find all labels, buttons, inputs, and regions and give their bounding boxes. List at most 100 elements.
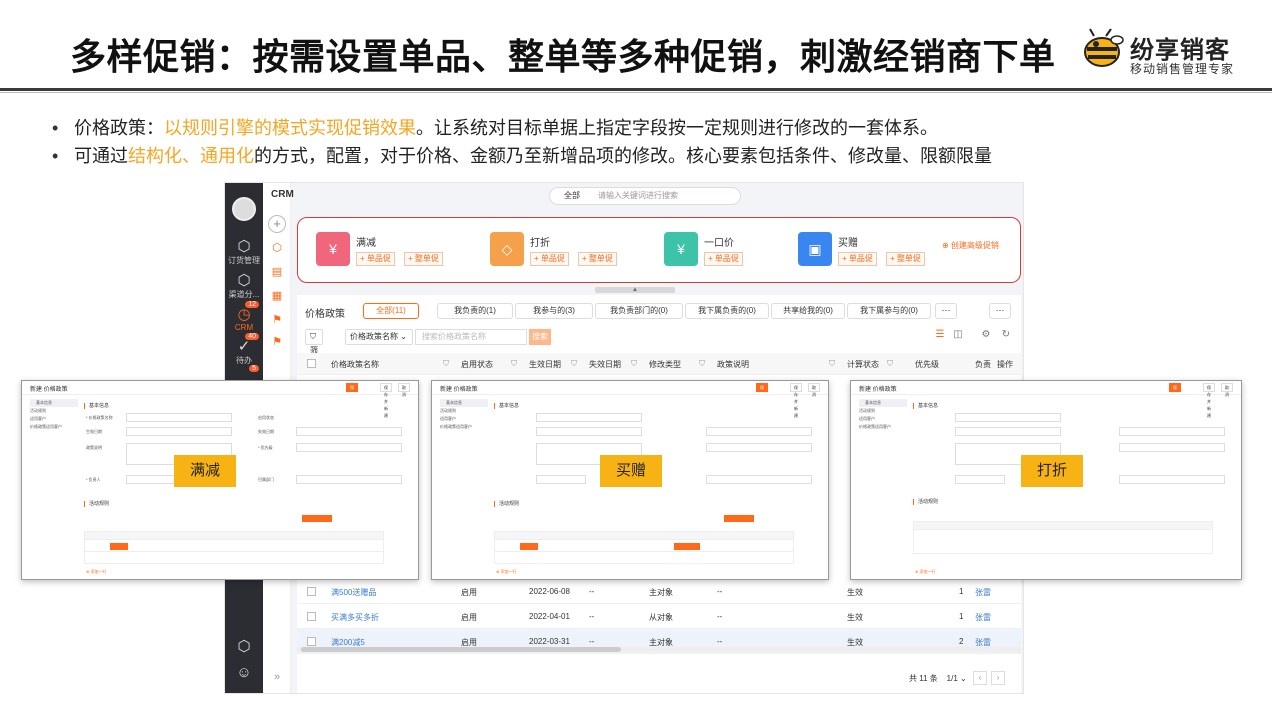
tab-participate[interactable]: 我参与的(3) (515, 303, 593, 319)
save-button[interactable]: 保存 (756, 383, 768, 397)
table-row[interactable]: 满500送赠品 启用 2022-06-08 -- 主对象 -- 生效 1 张雷 (297, 579, 1021, 604)
column-header[interactable]: 优先级 (915, 359, 939, 370)
nav-item[interactable]: 适用客户 (440, 415, 488, 423)
tab-subordinate[interactable]: 我下属负责的(0) (685, 303, 769, 319)
more-tabs-button[interactable]: ··· (935, 303, 957, 319)
flag-icon[interactable]: ⚑ (270, 335, 284, 349)
module-icon[interactable]: ⬡ (270, 241, 284, 255)
save-button[interactable]: 保存 (346, 383, 358, 397)
tab-all[interactable]: 全部(11) (363, 303, 419, 319)
owner-input[interactable] (955, 475, 1005, 484)
cancel-button[interactable]: 取消 (398, 383, 410, 397)
add-order-promo-button[interactable]: + 整单促 (886, 252, 925, 266)
policy-name-link[interactable]: 买满多买多折 (331, 612, 379, 623)
end-date-input[interactable] (1119, 427, 1225, 436)
prev-page-button[interactable]: ‹ (973, 671, 987, 685)
add-gift-button[interactable] (674, 543, 700, 550)
end-date-input[interactable] (296, 427, 402, 436)
tab-mine[interactable]: 我负责的(1) (437, 303, 513, 319)
table-row[interactable]: 买满多买多折 启用 2022-04-01 -- 从对象 -- 生效 1 张雷 (297, 604, 1021, 629)
module-icon[interactable]: ▦ (270, 289, 284, 303)
sidebar-item-orders[interactable]: ⬡ 订货管理 (225, 239, 263, 266)
search-button[interactable]: 搜索 (529, 329, 551, 345)
add-product-button[interactable] (724, 515, 754, 522)
nav-item[interactable]: 基本信息 (440, 399, 488, 407)
policy-name-input[interactable] (955, 413, 1061, 422)
add-item-promo-button[interactable]: + 单品促 (704, 252, 743, 266)
nav-item[interactable]: 适用客户 (30, 415, 78, 423)
add-item-promo-button[interactable]: + 单品促 (356, 252, 395, 266)
start-date-input[interactable] (955, 427, 1061, 436)
filter-icon[interactable]: ⛉ (829, 359, 835, 369)
rule-grid-row[interactable] (494, 540, 794, 552)
row-checkbox[interactable] (307, 637, 316, 646)
add-rule-link[interactable]: ⊕ 添加一行 (496, 569, 516, 575)
department-input[interactable] (296, 475, 402, 484)
nav-item[interactable]: 适用客户 (859, 415, 907, 423)
sidebar-item-contacts[interactable]: ☺ (225, 665, 263, 681)
settings-icon[interactable]: ⚙ (979, 329, 993, 343)
row-checkbox[interactable] (307, 587, 316, 596)
column-header[interactable]: 启用状态 (461, 359, 493, 370)
save-and-new-button[interactable]: 保存并新建 (1203, 383, 1215, 418)
add-condition-button[interactable] (110, 543, 128, 550)
nav-item[interactable]: 活动规则 (859, 407, 907, 415)
department-input[interactable] (706, 475, 812, 484)
nav-item[interactable]: 基本信息 (30, 399, 78, 407)
next-page-button[interactable]: › (991, 671, 1005, 685)
owner-input[interactable] (126, 475, 176, 484)
horizontal-scrollbar[interactable] (297, 647, 1021, 652)
add-order-promo-button[interactable]: + 整单促 (578, 252, 617, 266)
module-icon[interactable]: ▤ (270, 265, 284, 279)
add-rule-link[interactable]: ⊕ 添加一行 (915, 569, 935, 575)
refresh-icon[interactable]: ↻ (999, 329, 1013, 343)
list-view-icon[interactable]: ☰ (933, 329, 947, 343)
column-header[interactable]: 生效日期 (529, 359, 561, 370)
nav-item[interactable]: 活动规则 (440, 407, 488, 415)
sidebar-item-crm[interactable]: 12 ◷ CRM (225, 301, 263, 332)
rule-grid-row[interactable] (84, 552, 384, 564)
priority-input[interactable] (1119, 443, 1225, 452)
save-and-new-button[interactable]: 保存并新建 (790, 383, 802, 418)
column-header[interactable]: 失效日期 (589, 359, 621, 370)
add-item-promo-button[interactable]: + 单品促 (530, 252, 569, 266)
rule-grid-row[interactable] (84, 540, 384, 552)
global-search[interactable]: 全部 请输入关键词进行搜索 (549, 187, 741, 205)
add-condition-button[interactable] (520, 543, 538, 550)
search-scope[interactable]: 全部 (564, 191, 580, 200)
nav-item[interactable]: 价格政策适用客户 (440, 423, 488, 431)
filter-icon[interactable]: ⛉ (699, 359, 705, 369)
user-avatar[interactable] (232, 197, 256, 221)
add-product-button[interactable] (302, 515, 332, 522)
column-header[interactable]: 计算状态 (847, 359, 879, 370)
filter-icon[interactable]: ⛉ (443, 359, 449, 369)
cell-owner[interactable]: 张雷 (975, 612, 991, 623)
split-view-icon[interactable]: ◫ (951, 329, 965, 343)
column-header[interactable]: 价格政策名称 (331, 359, 379, 370)
owner-input[interactable] (536, 475, 586, 484)
filter-icon[interactable]: ⛉ (631, 359, 637, 369)
column-header[interactable]: 政策说明 (717, 359, 749, 370)
create-advanced-promo-link[interactable]: ⊕ 创建高级促销 (942, 240, 1012, 252)
sidebar-item-apps[interactable]: ⬡ (225, 639, 263, 655)
sidebar-item-channel[interactable]: ⬡ 渠道分... (225, 273, 263, 300)
column-header[interactable]: 负责 (975, 359, 991, 370)
priority-input[interactable] (706, 443, 812, 452)
nav-item[interactable]: 价格政策适用客户 (30, 423, 78, 431)
add-item-promo-button[interactable]: + 单品促 (838, 252, 877, 266)
filter-icon[interactable]: ⛉ (511, 359, 517, 369)
row-checkbox[interactable] (307, 612, 316, 621)
save-and-new-button[interactable]: 保存并新建 (380, 383, 392, 418)
policy-name-input[interactable] (536, 413, 642, 422)
filter-button[interactable]: ⛉ 筛选 (305, 329, 323, 369)
add-order-promo-button[interactable]: + 整单促 (404, 252, 443, 266)
filter-icon[interactable]: ⛉ (571, 359, 577, 369)
rule-grid-row[interactable] (494, 552, 794, 564)
nav-item[interactable]: 基本信息 (859, 399, 907, 407)
page-indicator[interactable]: 1/1 (947, 674, 958, 683)
nav-item[interactable]: 活动规则 (30, 407, 78, 415)
collapse-toggle[interactable]: ▲ (595, 287, 675, 293)
start-date-input[interactable] (126, 427, 232, 436)
expand-icon[interactable]: » (270, 671, 284, 685)
department-input[interactable] (1119, 475, 1225, 484)
